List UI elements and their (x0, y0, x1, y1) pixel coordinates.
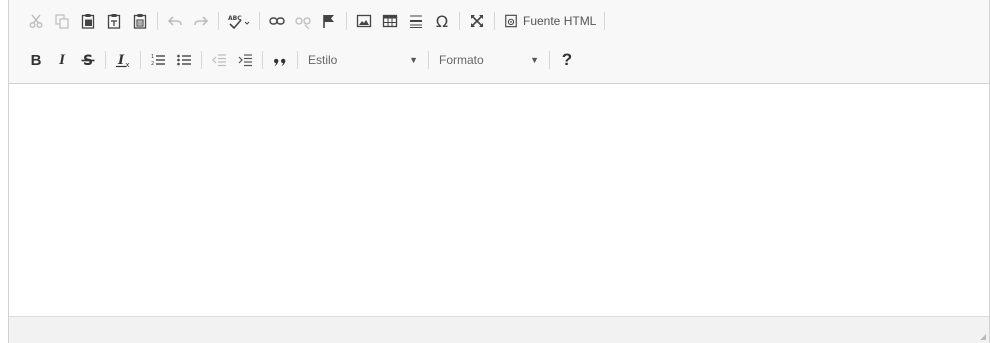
link-icon (269, 17, 285, 25)
unlink-button[interactable] (290, 8, 316, 34)
toolbar-separator (549, 51, 550, 69)
style-dropdown-label: Estilo (308, 53, 338, 67)
svg-text:2: 2 (151, 61, 154, 67)
copy-button[interactable] (49, 8, 75, 34)
help-button[interactable]: ? (554, 47, 580, 73)
outdent-icon (212, 54, 226, 67)
editor-content-area[interactable] (9, 84, 989, 316)
svg-text:1: 1 (151, 54, 154, 60)
source-html-label: Fuente HTML (523, 14, 597, 28)
chevron-down-icon: ▼ (409, 55, 418, 65)
spellcheck-button[interactable]: ABC (223, 8, 255, 34)
editor-toolbar: W ABC Ω Fuente HTML B I S I x 1 2 Estilo… (9, 0, 989, 84)
svg-text:Ω: Ω (436, 13, 448, 29)
clipboard-icon (81, 14, 95, 29)
toolbar-separator (494, 12, 495, 30)
link-button[interactable] (264, 8, 290, 34)
scissors-icon (29, 14, 43, 28)
unlink-icon (295, 17, 311, 29)
indent-icon (238, 54, 252, 67)
rich-text-editor: W ABC Ω Fuente HTML B I S I x 1 2 Estilo… (8, 0, 990, 343)
numbered-list-icon: 12 (151, 54, 165, 67)
toolbar-separator (105, 51, 106, 69)
horizontal-rule-button[interactable] (403, 8, 429, 34)
remove-format-icon: Ix (116, 53, 130, 68)
omega-icon: Ω (436, 13, 448, 29)
help-icon: ? (561, 50, 573, 69)
table-icon (382, 14, 398, 28)
toolbar-separator (259, 12, 260, 30)
italic-icon: I (59, 51, 65, 68)
spellcheck-icon: ABC (228, 15, 250, 29)
paste-word-button[interactable]: W (127, 8, 153, 34)
undo-icon (167, 16, 182, 26)
svg-text:x: x (125, 61, 129, 68)
toolbar-separator (218, 12, 219, 30)
toolbar-row-2: B I S Ix 12 Estilo ▼ Formato ▼ ? (23, 45, 580, 75)
toolbar-separator (604, 12, 606, 30)
image-icon (356, 14, 372, 28)
resize-handle-icon[interactable] (980, 334, 986, 340)
strike-button[interactable]: S (75, 47, 101, 73)
source-icon (503, 13, 519, 29)
copy-icon (55, 14, 69, 29)
chevron-down-icon: ▼ (530, 55, 539, 65)
bulleted-list-button[interactable] (171, 47, 197, 73)
toolbar-separator (140, 51, 141, 69)
italic-button[interactable]: I (49, 47, 75, 73)
undo-button[interactable] (162, 8, 188, 34)
paste-text-button[interactable] (101, 8, 127, 34)
redo-icon (194, 16, 209, 26)
format-dropdown[interactable]: Formato ▼ (433, 48, 545, 72)
strikethrough-icon: S (81, 53, 95, 68)
format-dropdown-label: Formato (439, 53, 484, 67)
toolbar-separator (157, 12, 158, 30)
editor-statusbar (9, 316, 989, 343)
toolbar-separator (201, 51, 202, 69)
bulleted-list-icon (177, 54, 191, 66)
cut-button[interactable] (23, 8, 49, 34)
maximize-button[interactable] (464, 8, 490, 34)
toolbar-separator (346, 12, 347, 30)
quote-icon (273, 58, 286, 66)
table-button[interactable] (377, 8, 403, 34)
clipboard-text-icon (107, 14, 121, 29)
redo-button[interactable] (188, 8, 214, 34)
toolbar-separator (459, 12, 460, 30)
blockquote-button[interactable] (267, 47, 293, 73)
special-char-button[interactable]: Ω (429, 8, 455, 34)
paste-button[interactable] (75, 8, 101, 34)
toolbar-separator (262, 51, 263, 69)
toolbar-separator (428, 51, 429, 69)
indent-button[interactable] (232, 47, 258, 73)
style-dropdown[interactable]: Estilo ▼ (302, 48, 424, 72)
numbered-list-button[interactable]: 12 (145, 47, 171, 73)
maximize-icon (471, 15, 483, 27)
outdent-button[interactable] (206, 47, 232, 73)
bold-icon: B (30, 51, 42, 69)
toolbar-row-1: W ABC Ω Fuente HTML (23, 6, 609, 36)
bold-button[interactable]: B (23, 47, 49, 73)
anchor-button[interactable] (316, 8, 342, 34)
svg-text:W: W (138, 21, 143, 27)
source-html-button[interactable]: Fuente HTML (499, 8, 600, 34)
image-button[interactable] (351, 8, 377, 34)
horizontal-rule-icon (410, 15, 422, 28)
toolbar-separator (297, 51, 298, 69)
svg-text:I: I (117, 53, 125, 68)
flag-icon (323, 15, 334, 28)
remove-format-button[interactable]: Ix (110, 47, 136, 73)
clipboard-word-icon: W (133, 14, 147, 29)
